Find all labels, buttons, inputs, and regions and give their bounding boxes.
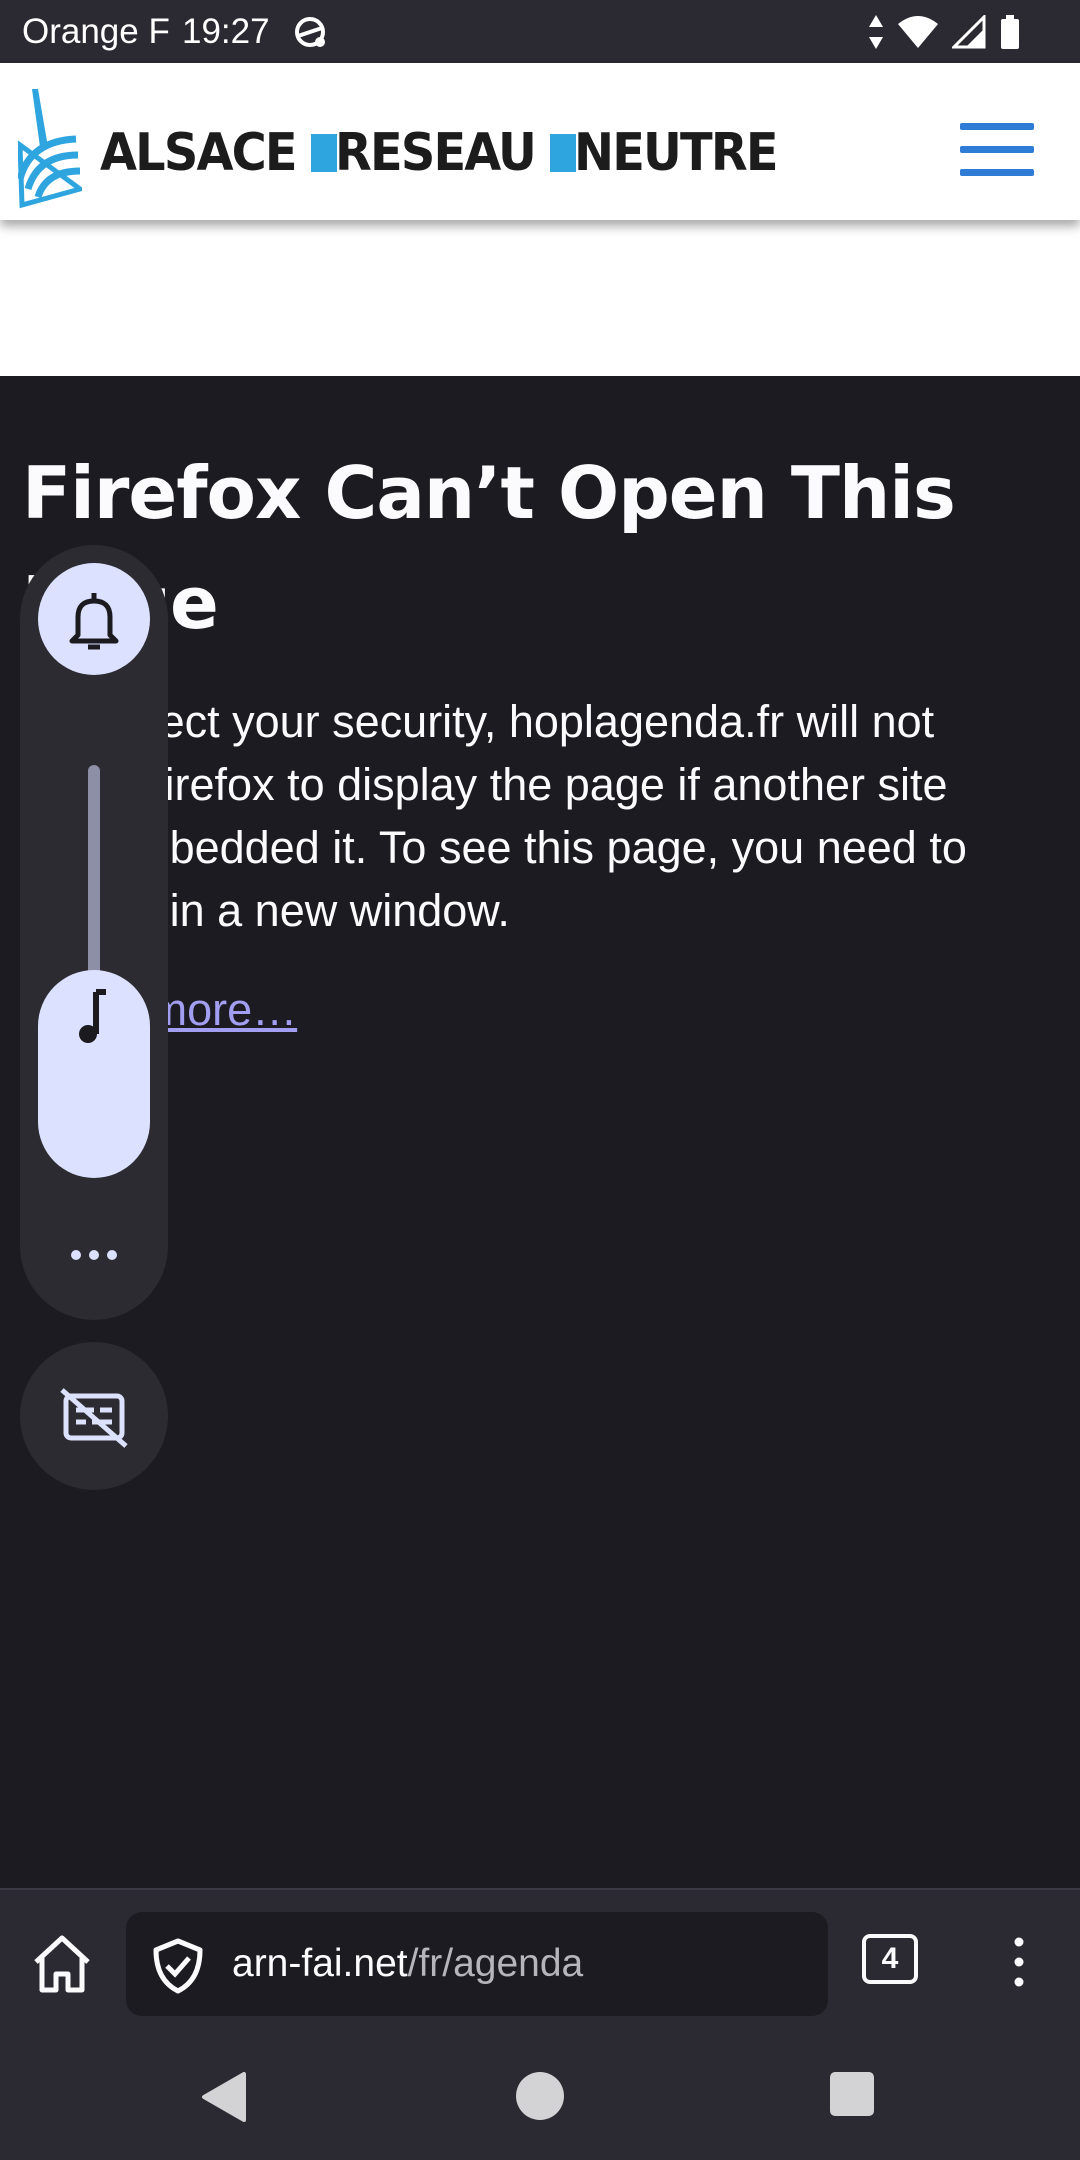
data-arrows-icon — [869, 15, 883, 49]
embedded-frame-top — [0, 220, 1080, 376]
cell-signal-icon — [952, 15, 986, 49]
music-note-icon — [79, 989, 106, 1043]
status-icons — [868, 12, 1020, 52]
ringer-toggle-button[interactable] — [38, 563, 150, 675]
brand-word-neutre: NEUTRE — [574, 123, 779, 183]
system-navigation-bar — [0, 2032, 1080, 2160]
status-bar: Orange F 19:27 — [0, 0, 1080, 63]
brand-separator — [310, 134, 337, 172]
wifi-icon — [898, 16, 938, 48]
url-path: /fr/agenda — [407, 1942, 584, 1985]
tab-counter-button[interactable]: 4 — [862, 1934, 918, 1984]
brand-word-reseau: RESEAU — [334, 123, 537, 183]
bell-icon — [69, 593, 119, 650]
arn-logo-icon[interactable] — [18, 85, 82, 261]
url-bar[interactable]: arn-fai.net/fr/agenda — [126, 1912, 828, 2016]
media-volume-track[interactable] — [88, 765, 100, 995]
browser-toolbar: arn-fai.net/fr/agenda 4 — [0, 1888, 1080, 2032]
url-host: arn-fai.net — [232, 1942, 408, 1985]
more-dots-icon[interactable] — [68, 1245, 120, 1265]
captions-off-icon — [60, 1388, 128, 1448]
url-text[interactable]: arn-fai.net/fr/agenda — [232, 1938, 583, 1990]
home-circle-icon[interactable] — [516, 2072, 564, 2120]
battery-icon — [1001, 15, 1019, 49]
site-header: ALSACE RESEAU NEUTRE — [0, 63, 1080, 220]
brand-wordmark[interactable]: ALSACE RESEAU NEUTRE — [100, 123, 794, 183]
live-caption-button[interactable] — [20, 1342, 168, 1490]
volume-panel — [20, 545, 168, 1320]
clock: 19:27 — [182, 12, 270, 51]
error-page: Firefox Can’t Open This Page To protect … — [22, 376, 1052, 1040]
media-volume-slider[interactable] — [38, 970, 150, 1178]
back-triangle-icon[interactable] — [200, 2072, 250, 2122]
home-icon[interactable] — [30, 1932, 94, 1996]
error-title: Firefox Can’t Open This Page — [22, 451, 956, 645]
hamburger-menu-icon[interactable] — [960, 123, 1034, 179]
sync-icon — [295, 17, 325, 47]
recents-square-icon[interactable] — [830, 2072, 874, 2116]
brand-separator — [550, 134, 577, 172]
brand-word-alsace: ALSACE — [100, 123, 298, 183]
error-message: To protect your security, hoplagenda.fr … — [22, 696, 967, 936]
shield-check-icon[interactable] — [152, 1938, 204, 1994]
carrier-name: Orange F — [22, 12, 170, 51]
kebab-menu-icon[interactable] — [1004, 1932, 1034, 1992]
